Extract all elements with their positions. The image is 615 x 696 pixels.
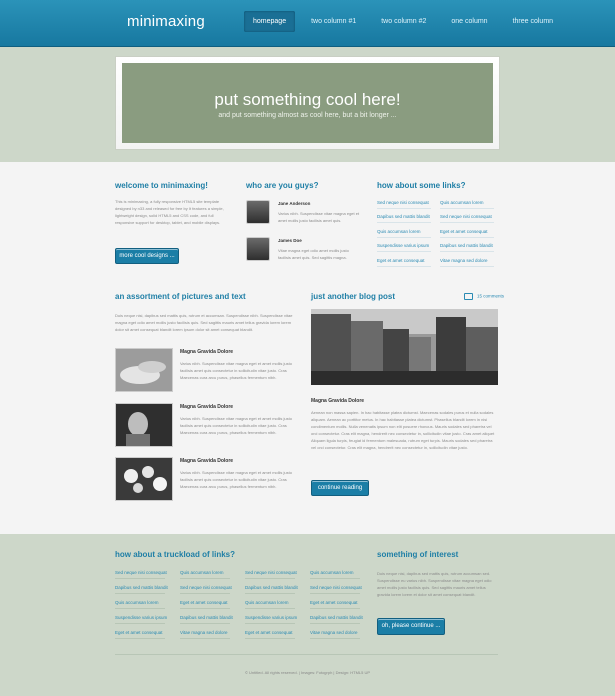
interest-heading: something of interest — [377, 550, 459, 559]
blog-heading: just another blog post — [311, 292, 395, 301]
footer-link[interactable]: Suspendisse varius ipsum — [245, 615, 297, 624]
thumbnail-shoes[interactable] — [115, 348, 173, 392]
link-item[interactable]: Quis accumsan lorem — [440, 200, 494, 209]
footer-link[interactable]: Quis accumsan lorem — [310, 570, 360, 579]
footer-link[interactable]: Dapibus sed mattis blandit — [180, 615, 233, 624]
item-text: Varius nibh. Suspendisse vitae magna ege… — [180, 416, 292, 435]
link-item[interactable]: Dapibus sed mattis blandit — [440, 243, 494, 252]
footer-link[interactable]: Eget et amet consequat — [245, 630, 295, 639]
comment-icon — [464, 293, 473, 300]
avatar-james — [246, 237, 270, 261]
footer-link[interactable]: Sed neque nisi consequat — [180, 585, 232, 594]
assortment-heading: an assortment of pictures and text — [115, 292, 246, 301]
footer-divider — [115, 654, 498, 655]
thumbnail-flowers[interactable] — [115, 457, 173, 501]
footer-link[interactable]: Eget et amet consequat — [180, 600, 230, 609]
people-heading: who are you guys? — [246, 181, 319, 190]
footer-link[interactable]: Sed neque nisi consequat — [245, 570, 297, 579]
link-item[interactable]: Eget et amet consequat — [440, 229, 494, 238]
hero-banner: put something cool here! and put somethi… — [115, 56, 500, 150]
link-item[interactable]: Quis accumsan lorem — [377, 229, 431, 238]
oh-please-continue-button[interactable]: oh, please continue ... — [377, 618, 445, 635]
hero-inner: put something cool here! and put somethi… — [122, 63, 493, 143]
link-item[interactable]: Sed neque nisi consequat — [377, 200, 431, 209]
comments-link[interactable]: 15 comments — [464, 293, 504, 300]
menu-item-two-column-2[interactable]: two column #2 — [372, 11, 435, 32]
footer-link[interactable]: Quis accumsan lorem — [115, 600, 165, 609]
person-text: Varius nibh. Suspendisse vitae magna ege… — [278, 211, 360, 223]
person-text: Vitae magna eget odio amet mollis justo … — [278, 248, 349, 260]
footer-link[interactable]: Sed neque nisi consequat — [310, 585, 362, 594]
menu-item-homepage[interactable]: homepage — [244, 11, 296, 32]
thumbnail-portrait[interactable] — [115, 403, 173, 447]
footer-links-heading: how about a truckload of links? — [115, 550, 236, 559]
menu-item-two-column-1[interactable]: two column #1 — [302, 11, 365, 32]
item-title: Magna Gravida Dolore — [180, 349, 234, 355]
link-item[interactable]: Suspendisse varius ipsum — [377, 243, 431, 252]
link-item[interactable]: Dapibus sed mattis blandit — [377, 214, 431, 223]
item-text: Varius nibh. Suspendisse vitae magna ege… — [180, 470, 292, 489]
welcome-text: This is minimaxing, a fully responsive H… — [115, 199, 224, 225]
footer-link[interactable]: Quis accumsan lorem — [245, 600, 295, 609]
more-cool-designs-button[interactable]: more cool designs ... — [115, 248, 179, 264]
footer-link[interactable]: Dapibus sed mattis blandit — [115, 585, 168, 594]
footer-link[interactable]: Sed neque nisi consequat — [115, 570, 167, 579]
footer-link[interactable]: Dapibus sed mattis blandit — [245, 585, 298, 594]
link-item[interactable]: Eget et amet consequat — [377, 258, 431, 267]
item-title: Magna Gravida Dolore — [180, 458, 234, 464]
footer-link[interactable]: Quis accumsan lorem — [180, 570, 230, 579]
footer-link[interactable]: Eget et amet consequat — [115, 630, 165, 639]
avatar-jane — [246, 200, 270, 224]
item-title: Magna Gravida Dolore — [180, 404, 234, 410]
links-heading: how about some links? — [377, 181, 466, 190]
footer-link[interactable]: Dapibus sed mattis blandit — [310, 615, 363, 624]
hero-subtitle: and put something almost as cool here, b… — [218, 112, 397, 119]
link-item[interactable]: Sed neque nisi consequat — [440, 214, 494, 223]
blog-post-text: Aenean non massa sapien. In hac habitass… — [311, 410, 495, 450]
copyright-text: © Untitled. All rights reserved. | Image… — [244, 670, 371, 675]
assortment-text: Duis neque nisi, dapibus sed mattis quis… — [115, 313, 293, 332]
footer-link[interactable]: Eget et amet consequat — [310, 600, 360, 609]
footer-link[interactable]: Suspendisse varius ipsum — [115, 615, 167, 624]
welcome-heading: welcome to minimaxing! — [115, 181, 208, 190]
comments-count: 15 comments — [477, 293, 505, 299]
footer-link[interactable]: Vitae magna sed dolore — [180, 630, 230, 639]
hero-title: put something cool here! — [214, 90, 401, 109]
person-name: Jane Anderson — [278, 201, 311, 206]
blog-image-city[interactable] — [311, 309, 498, 385]
menu-item-one-column[interactable]: one column — [442, 11, 496, 32]
item-text: Varius nibh. Suspendisse vitae magna ege… — [180, 361, 292, 380]
menu-item-three-column[interactable]: three column — [504, 11, 562, 32]
link-item[interactable]: Vitae magna sed dolore — [440, 258, 494, 267]
main-menu: homepage two column #1 two column #2 one… — [244, 11, 569, 32]
footer-link[interactable]: Vitae magna sed dolore — [310, 630, 360, 639]
person-name: James Doe — [278, 238, 302, 243]
top-navbar: minimaxing homepage two column #1 two co… — [0, 0, 615, 47]
site-brand[interactable]: minimaxing — [127, 13, 205, 30]
continue-reading-button[interactable]: continue reading — [311, 480, 369, 496]
interest-text: Duis neque nisi, dapibus sed mattis quis… — [377, 571, 492, 597]
blog-post-title: Magna Gravida Dolore — [311, 398, 365, 404]
